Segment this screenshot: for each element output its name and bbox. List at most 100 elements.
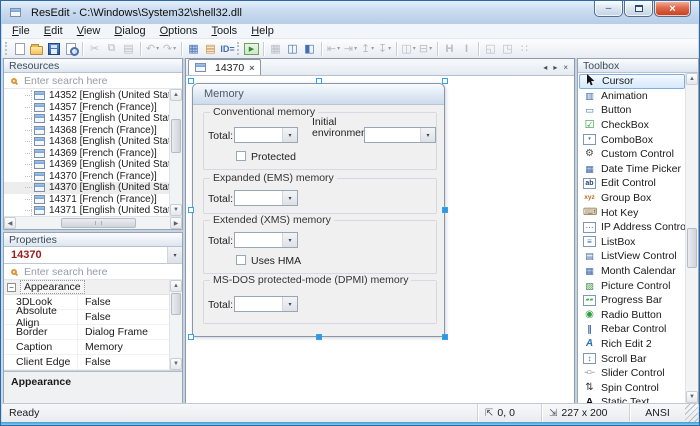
menu-help[interactable]: Help xyxy=(244,25,281,37)
groupbox-dpmi-memory[interactable]: MS-DOS protected-mode (DPMI) memory Tota… xyxy=(203,274,437,324)
new-button[interactable] xyxy=(11,40,28,57)
scrollbar-thumb[interactable] xyxy=(687,228,697,268)
menu-file[interactable]: File xyxy=(5,25,37,37)
resize-grip[interactable] xyxy=(685,404,698,422)
scrollbar-thumb[interactable] xyxy=(171,293,181,315)
dialog-editor-canvas[interactable]: Memory Conventional memory Total: ▾ Init… xyxy=(186,76,574,403)
toolbox-item-button[interactable]: ▭ Button xyxy=(579,103,685,118)
groupbox-expanded-ems-memory[interactable]: Expanded (EMS) memory Total: ▾ xyxy=(203,172,437,214)
checkbox-protected[interactable] xyxy=(236,151,246,161)
menu-options[interactable]: Options xyxy=(153,25,205,37)
scroll-up-icon[interactable]: ▲ xyxy=(686,73,698,85)
tree-item[interactable]: 14357 [English (United States)] xyxy=(4,113,169,125)
selection-handle-bottom-right[interactable] xyxy=(442,334,448,340)
toolbox-item-progress-bar[interactable]: ▰▰ Progress Bar xyxy=(579,293,685,308)
tree-item[interactable]: 14371 [French (France)] xyxy=(4,194,169,206)
tree-item[interactable]: 14371 [English (United States)] xyxy=(4,205,169,216)
grid-toggle-button[interactable]: ▦ xyxy=(267,40,284,57)
toolbox-item-scroll-bar[interactable]: ↕ Scroll Bar xyxy=(579,351,685,366)
export-button[interactable]: ▤ xyxy=(202,40,219,57)
resources-vertical-scrollbar[interactable]: ▲ ▼ xyxy=(169,89,182,216)
chevron-down-icon[interactable]: ▾ xyxy=(167,247,182,263)
toolbar-grip[interactable] xyxy=(237,42,240,55)
toolbox-item-cursor[interactable]: Cursor xyxy=(579,73,685,89)
combobox-initial-environment[interactable]: ▾ xyxy=(364,127,436,143)
tree-item[interactable]: 14352 [English (United States)] xyxy=(4,90,169,102)
tree-item[interactable]: 14369 [French (France)] xyxy=(4,148,169,160)
minimize-button[interactable]: – xyxy=(594,1,623,17)
scroll-up-icon[interactable]: ▲ xyxy=(170,280,182,292)
scroll-up-icon[interactable]: ▲ xyxy=(170,89,182,101)
toolbox-item-combobox[interactable]: ▾ ComboBox xyxy=(579,132,685,147)
close-tab-icon[interactable]: × xyxy=(563,63,568,72)
toolbox-item-picture-control[interactable]: ▨ Picture Control xyxy=(579,278,685,293)
collapse-icon[interactable]: − xyxy=(7,282,16,292)
tree-item[interactable]: 14368 [English (United States)] xyxy=(4,136,169,148)
total-label[interactable]: Total: xyxy=(208,299,233,311)
tab-order-button[interactable]: ◫ xyxy=(284,40,301,57)
scroll-tabs-right-icon[interactable]: ▸ xyxy=(553,63,557,72)
toolbox-vertical-scrollbar[interactable]: ▲ ▼ xyxy=(685,73,698,403)
designed-dialog-titlebar[interactable]: Memory xyxy=(193,84,444,105)
property-group-appearance[interactable]: − Appearance xyxy=(4,280,169,295)
total-label[interactable]: Total: xyxy=(208,235,233,247)
align-right-button[interactable]: ⇥ ▾ xyxy=(342,40,359,57)
paste-button[interactable]: ▤ xyxy=(120,40,137,57)
scroll-tabs-left-icon[interactable]: ◂ xyxy=(543,63,547,72)
tab-close-icon[interactable]: × xyxy=(249,63,254,73)
toolbox-item-animation[interactable]: ▥ Animation xyxy=(579,89,685,104)
property-row[interactable]: Caption Memory xyxy=(4,340,169,355)
menu-dialog[interactable]: Dialog xyxy=(107,25,152,37)
toolbox-item-rebar-control[interactable]: ∥ Rebar Control xyxy=(579,322,685,337)
same-width-button[interactable]: H xyxy=(441,40,458,57)
combobox-total-xms[interactable]: ▾ xyxy=(234,232,298,248)
same-height-button[interactable]: I xyxy=(458,40,475,57)
resource-view-button[interactable]: ▦ xyxy=(185,40,202,57)
id-button[interactable]: ID= xyxy=(219,40,236,57)
uses-hma-label[interactable]: Uses HMA xyxy=(251,255,301,267)
center-horizontal-button[interactable]: ◫ ▾ xyxy=(400,40,417,57)
scroll-down-icon[interactable]: ▼ xyxy=(170,358,182,370)
toolbox-item-slider-control[interactable]: −□− Slider Control xyxy=(579,366,685,381)
toolbox-item-static-text[interactable]: A Static Text xyxy=(579,395,685,403)
toolbox-item-rich-edit-2[interactable]: A Rich Edit 2 xyxy=(579,337,685,352)
maximize-button[interactable] xyxy=(624,1,653,17)
selection-handle-bottom-center[interactable] xyxy=(316,334,322,340)
center-vertical-button[interactable]: ⊟ ▾ xyxy=(417,40,434,57)
tree-item[interactable]: 14357 [French (France)] xyxy=(4,102,169,114)
toolbox-item-edit-control[interactable]: ab Edit Control xyxy=(579,176,685,191)
scrollbar-thumb[interactable] xyxy=(171,119,181,153)
print-preview-button[interactable] xyxy=(62,40,79,57)
toolbox-item-ip-address[interactable]: ⋯ IP Address Control xyxy=(579,220,688,235)
align-top-button[interactable]: ↥ ▾ xyxy=(359,40,376,57)
toolbox-item-hot-key[interactable]: ⌨ Hot Key xyxy=(579,205,685,220)
toolbox-item-radio-button[interactable]: ◉ Radio Button xyxy=(579,308,685,323)
tree-item[interactable]: 14369 [English (United States)] xyxy=(4,159,169,171)
total-label[interactable]: Total: xyxy=(208,130,233,142)
selection-handle-mid-left[interactable] xyxy=(188,207,194,213)
spacing-button[interactable]: ∷ xyxy=(516,40,533,57)
tree-item-selected[interactable]: 14370 [English (United States)] xyxy=(4,182,169,194)
property-row[interactable]: Client Edge False xyxy=(4,355,169,370)
scroll-left-icon[interactable]: ◀ xyxy=(4,217,16,229)
selection-handle-top-center[interactable] xyxy=(316,78,322,84)
toolbox-item-group-box[interactable]: xyz Group Box xyxy=(579,191,685,206)
copy-button[interactable]: ⧉ xyxy=(103,40,120,57)
property-row[interactable]: Absolute Align False xyxy=(4,305,169,329)
protected-label[interactable]: Protected xyxy=(251,151,296,163)
tab-14370[interactable]: 14370 × xyxy=(188,59,262,75)
checkbox-uses-hma[interactable] xyxy=(236,255,246,265)
properties-vertical-scrollbar[interactable]: ▲ ▼ xyxy=(169,280,182,370)
scroll-right-icon[interactable]: ▶ xyxy=(170,217,182,229)
combobox-total-conventional[interactable]: ▾ xyxy=(234,127,298,143)
menu-edit[interactable]: Edit xyxy=(37,25,70,37)
scroll-down-icon[interactable]: ▼ xyxy=(686,391,698,403)
open-button[interactable] xyxy=(28,40,45,57)
toolbox-item-date-time-picker[interactable]: ▦ Date Time Picker xyxy=(579,162,685,177)
undo-button[interactable]: ↶ ▾ xyxy=(144,40,161,57)
designed-dialog[interactable]: Memory Conventional memory Total: ▾ Init… xyxy=(192,83,445,337)
size-to-content-button[interactable]: ◱ xyxy=(482,40,499,57)
tree-item[interactable]: 14370 [French (France)] xyxy=(4,171,169,183)
toolbox-item-month-calendar[interactable]: ▦ Month Calendar xyxy=(579,264,685,279)
combobox-total-ems[interactable]: ▾ xyxy=(234,190,298,206)
